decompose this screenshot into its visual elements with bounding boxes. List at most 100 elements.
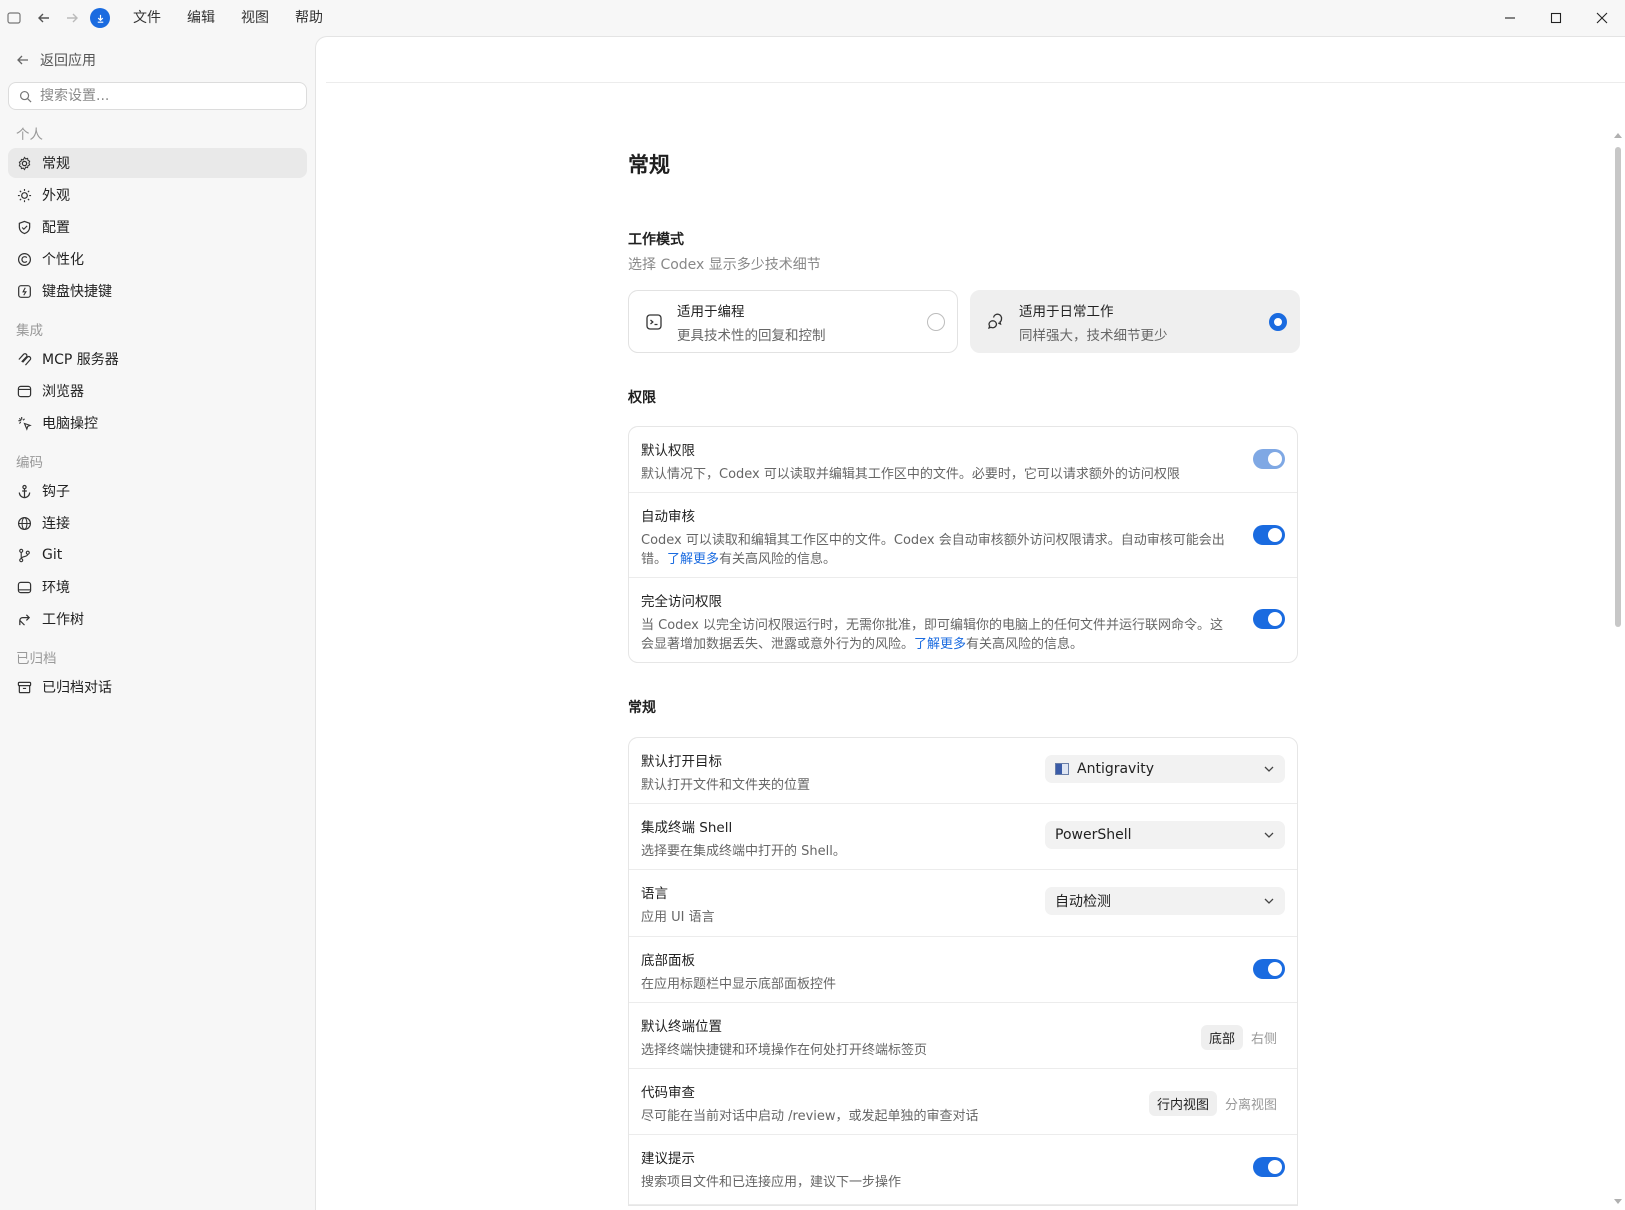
sidebar-item-label: 配置 [42,220,70,236]
default-permissions-toggle[interactable] [1253,449,1285,469]
shield-icon [18,220,31,234]
setting-desc: Codex 可以读取和编辑其工作区中的文件。Codex 会自动审核额外访问权限请… [641,531,1231,569]
mode-option-desc: 更具技术性的回复和控制 [677,327,826,344]
scroll-down-arrow[interactable] [1614,1199,1622,1204]
group-label-archived: 已归档 [16,651,57,667]
globe-icon [17,516,32,530]
setting-title: 默认权限 [641,443,695,459]
minimize-icon[interactable] [1487,0,1533,36]
permissions-card: 默认权限 默认情况下，Codex 可以读取并编辑其工作区中的文件。必要时，它可以… [628,426,1298,663]
general-card: 默认打开目标 默认打开文件和文件夹的位置 Antigravity 集成终端 Sh… [628,737,1298,1206]
setting-desc: 默认情况下，Codex 可以读取并编辑其工作区中的文件。必要时，它可以请求额外的… [641,467,1180,482]
sidebar-item-label: MCP 服务器 [42,352,119,368]
personalize-icon [17,252,32,266]
sidebar-item-connections[interactable]: 连接 [8,508,307,538]
setting-row-language: 语言 应用 UI 语言 自动检测 [629,870,1297,937]
sidebar-item-browser[interactable]: 浏览器 [8,376,307,406]
sidebar-item-mcp-servers[interactable]: MCP 服务器 [8,344,307,374]
shell-select[interactable]: PowerShell [1045,821,1285,849]
radio-coding[interactable] [927,313,945,331]
learn-more-link[interactable]: 了解更多 [914,637,966,652]
search-input[interactable] [40,88,280,104]
scroll-up-arrow[interactable] [1614,133,1622,138]
keyboard-icon [18,284,31,298]
sidebar-item-appearance[interactable]: 外观 [8,180,307,210]
auto-review-toggle[interactable] [1253,525,1285,545]
select-value: Antigravity [1077,761,1154,777]
window-controls [1487,0,1625,36]
menu-help[interactable]: 帮助 [282,0,336,36]
sidebar-item-computer-control[interactable]: 电脑操控 [8,408,307,438]
open-target-select[interactable]: Antigravity [1045,755,1285,783]
setting-desc: 在应用标题栏中显示底部面板控件 [641,977,837,992]
worktree-icon [19,613,31,626]
sidebar-item-general[interactable]: 常规 [8,148,307,178]
title-bar: 文件 编辑 视图 帮助 [0,0,1625,36]
search-icon [19,90,32,102]
sidebar-toggle-icon[interactable] [0,4,28,32]
menu-file[interactable]: 文件 [120,0,174,36]
setting-desc: 当 Codex 以完全访问权限运行时，无需你批准，即可编辑你的电脑上的任何文件并… [641,616,1231,654]
terminal-window-icon [17,581,32,593]
mode-option-daily-work[interactable]: 适用于日常工作 同样强大，技术细节更少 [970,290,1300,353]
maximize-icon[interactable] [1533,0,1579,36]
group-label-coding: 编码 [16,455,43,471]
mode-option-coding[interactable]: 适用于编程 更具技术性的回复和控制 [628,290,958,353]
bottom-panel-toggle[interactable] [1253,959,1285,979]
terminal-position-segmented: 底部 右侧 [1200,1025,1285,1050]
sidebar-item-label: 环境 [42,580,70,596]
radio-daily-work[interactable] [1269,313,1287,331]
back-to-app-button[interactable]: 返回应用 [8,44,307,76]
sidebar-item-keyboard-shortcuts[interactable]: 键盘快捷键 [8,276,307,306]
mode-option-title: 适用于日常工作 [1019,303,1114,320]
setting-title: 自动审核 [641,509,695,525]
back-arrow-icon[interactable] [30,4,58,32]
menu-view[interactable]: 视图 [228,0,282,36]
sidebar-item-label: 工作树 [42,612,84,628]
sidebar-item-label: 外观 [42,188,70,204]
menu-bar: 文件 编辑 视图 帮助 [120,0,336,36]
sidebar-item-personalization[interactable]: 个性化 [8,244,307,274]
sidebar-item-environment[interactable]: 环境 [8,572,307,602]
mode-option-title: 适用于编程 [677,303,745,320]
setting-desc: 尽可能在当前对话中启动 /review，或发起单独的审查对话 [641,1109,979,1124]
full-access-toggle[interactable] [1253,609,1285,629]
anchor-icon [18,484,31,498]
sidebar-item-config[interactable]: 配置 [8,212,307,242]
header-divider [326,82,1625,83]
sidebar-item-worktrees[interactable]: 工作树 [8,604,307,634]
archive-icon [17,681,32,693]
sidebar-item-git[interactable]: Git [8,540,307,570]
language-select[interactable]: 自动检测 [1045,887,1285,915]
segment-separate-view[interactable]: 分离视图 [1217,1091,1285,1116]
setting-title: 默认终端位置 [641,1019,722,1035]
sidebar-item-label: 钩子 [42,484,70,500]
setting-desc: 搜索项目文件和已连接应用，建议下一步操作 [641,1175,902,1190]
segment-bottom[interactable]: 底部 [1200,1025,1243,1050]
settings-search [8,82,307,110]
back-label: 返回应用 [40,53,96,69]
general-title: 常规 [628,700,656,716]
select-value: 自动检测 [1055,894,1111,910]
chat-bubbles-icon [988,313,1003,329]
learn-more-link[interactable]: 了解更多 [667,552,719,567]
forward-arrow-icon[interactable] [58,4,86,32]
chevron-down-icon [1264,766,1274,772]
vertical-scrollbar[interactable] [1615,147,1621,627]
menu-edit[interactable]: 编辑 [174,0,228,36]
antigravity-app-icon [1055,763,1069,775]
group-label-integrations: 集成 [16,323,43,339]
sidebar-item-archived-chats[interactable]: 已归档对话 [8,672,307,702]
app-download-icon[interactable] [90,8,110,28]
segment-right[interactable]: 右侧 [1243,1025,1285,1050]
sidebar-item-hooks[interactable]: 钩子 [8,476,307,506]
setting-row-terminal-shell: 集成终端 Shell 选择要在集成终端中打开的 Shell。 PowerShel… [629,804,1297,870]
suggestions-toggle[interactable] [1253,1157,1285,1177]
close-icon[interactable] [1579,0,1625,36]
sidebar-item-label: 常规 [42,156,70,172]
select-value: PowerShell [1055,827,1132,843]
settings-main-panel: 常规 工作模式 选择 Codex 显示多少技术细节 适用于编程 更具技术性的回复… [315,36,1625,1210]
segment-inline-view[interactable]: 行内视图 [1148,1091,1217,1116]
work-mode-title: 工作模式 [628,232,684,248]
setting-row-default-open-target: 默认打开目标 默认打开文件和文件夹的位置 Antigravity [629,738,1297,804]
